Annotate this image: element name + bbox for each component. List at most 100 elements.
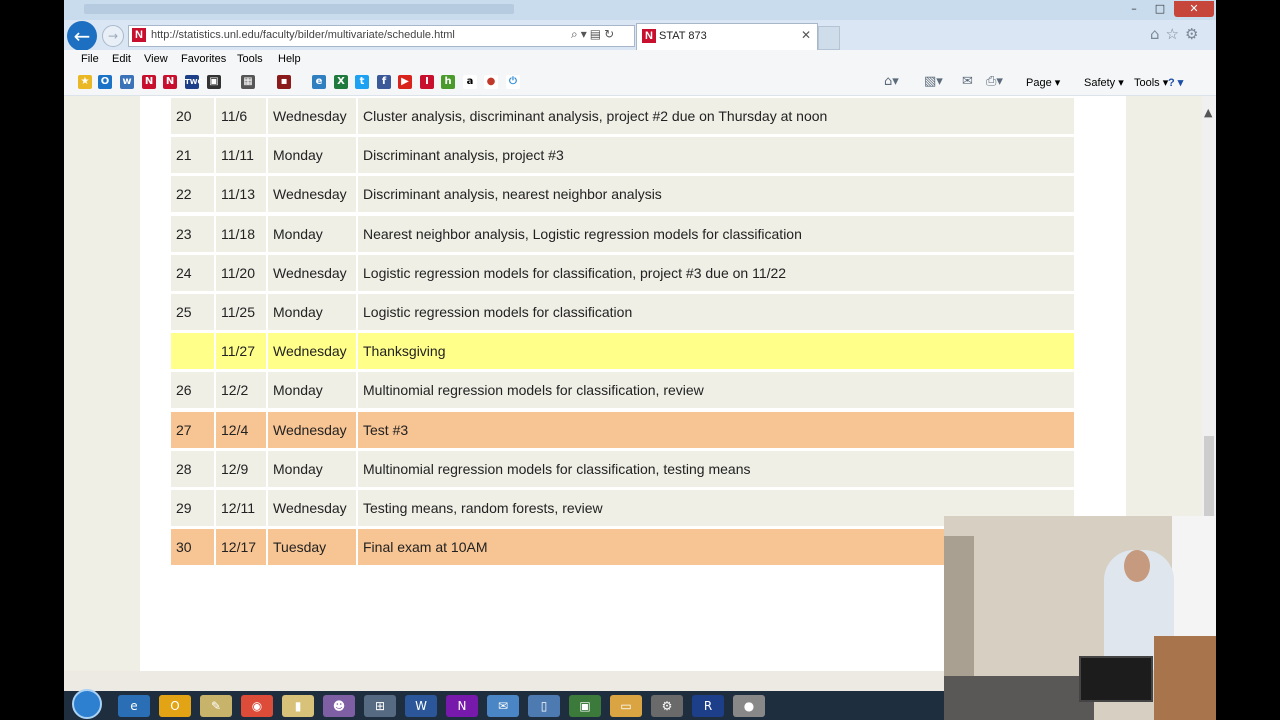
row-day: Wednesday	[268, 411, 356, 448]
mail-icon[interactable]: ✉	[962, 74, 973, 89]
tab-stat873[interactable]: N STAT 873 ✕	[636, 23, 818, 51]
sas-icon[interactable]: ▯	[528, 695, 560, 717]
compat-view-icon[interactable]: ▤	[590, 27, 604, 41]
excel-icon[interactable]: X	[334, 75, 348, 89]
row-number: 28	[171, 450, 214, 487]
onenote-icon[interactable]: N	[446, 695, 478, 717]
h-icon[interactable]: h	[441, 75, 455, 89]
help-menu[interactable]: ? ▾	[1168, 76, 1183, 89]
row-date: 12/2	[216, 372, 266, 409]
address-bar[interactable]: N http://statistics.unl.edu/faculty/bild…	[128, 25, 635, 47]
row-date: 11/11	[216, 137, 266, 174]
row-number: 23	[171, 215, 214, 252]
taskbar: e O ✎ ◉ ▮ ☻ ⊞ W N ✉ ▯ ▣ ▭ ⚙ R ●	[64, 689, 944, 720]
row-description: Nearest neighbor analysis, Logistic regr…	[358, 215, 1074, 252]
row-number: 29	[171, 490, 214, 526]
scroll-thumb[interactable]	[1204, 436, 1214, 516]
paint-icon[interactable]: ☻	[323, 695, 355, 717]
home-cmd-icon[interactable]: ⌂▾	[884, 74, 899, 89]
row-number: 22	[171, 176, 214, 213]
home-icon[interactable]: ⌂	[1150, 25, 1166, 43]
schedule-row: 21 11/11 Monday Discriminant analysis, proj…	[171, 137, 1074, 174]
facebook-icon[interactable]: f	[377, 75, 391, 89]
back-arrow-icon: ←	[73, 24, 91, 48]
web-slice-icon[interactable]: w	[120, 75, 134, 89]
explorer-icon[interactable]: ▭	[610, 695, 642, 717]
record-icon[interactable]: ●	[733, 695, 765, 717]
print-icon[interactable]: ⎙▾	[986, 74, 1003, 89]
search-icon[interactable]: ⌕	[571, 27, 581, 41]
notepad-icon[interactable]: ✎	[200, 695, 232, 717]
tools-menu[interactable]: Tools ▾	[1134, 76, 1168, 89]
amazon-icon[interactable]: a	[463, 75, 477, 89]
favorites-star-icon[interactable]: ☆	[1166, 25, 1185, 43]
tv-icon[interactable]: ▪	[277, 75, 291, 89]
page-menu[interactable]: Page ▾	[1026, 76, 1060, 89]
row-description: Discriminant analysis, project #3	[358, 137, 1074, 174]
row-day: Wednesday	[268, 333, 356, 370]
row-day: Wednesday	[268, 490, 356, 526]
menu-tools[interactable]: Tools	[237, 53, 263, 65]
outlook-icon[interactable]: O	[159, 695, 191, 717]
address-tools[interactable]: ⌕▾▤↻	[571, 27, 617, 42]
start-button[interactable]	[72, 689, 102, 719]
forward-button[interactable]: →	[102, 25, 124, 47]
ie-icon[interactable]: e	[118, 695, 150, 717]
weather-icon[interactable]: TWC	[185, 75, 203, 89]
row-number: 25	[171, 294, 214, 330]
folder-notes-icon[interactable]: ▮	[282, 695, 314, 717]
row-day: Wednesday	[268, 254, 356, 291]
unl-i-icon[interactable]: I	[420, 75, 434, 89]
favorites-star-icon[interactable]: ★	[78, 75, 92, 89]
close-button[interactable]: ✕	[1174, 1, 1214, 17]
menu-favorites[interactable]: Favorites	[181, 53, 226, 65]
unl-link-icon[interactable]: N	[142, 75, 156, 89]
gear-icon[interactable]: ⚙	[1185, 25, 1204, 43]
refresh-icon[interactable]: ↻	[604, 27, 617, 41]
title-blur	[84, 4, 514, 14]
site-favicon-icon: N	[132, 28, 146, 42]
pin-icon[interactable]: ●	[484, 75, 498, 89]
movie-icon[interactable]: ▣	[207, 75, 221, 89]
r-icon[interactable]: R	[692, 695, 724, 717]
schedule-row: 25 11/25 Monday Logistic regression models …	[171, 294, 1074, 330]
ie-link-icon[interactable]: e	[312, 75, 326, 89]
back-button[interactable]: ←	[67, 21, 97, 51]
row-description: Test #3	[358, 411, 1074, 448]
row-description: Thanksgiving	[358, 333, 1074, 370]
settings-icon[interactable]: ⚙	[651, 695, 683, 717]
scroll-up-icon[interactable]: ▲	[1204, 106, 1212, 119]
new-tab-button[interactable]	[818, 26, 840, 50]
url-text[interactable]: http://statistics.unl.edu/faculty/bilder…	[151, 29, 455, 41]
menu-help[interactable]: Help	[278, 53, 301, 65]
unl-link-2-icon[interactable]: N	[163, 75, 177, 89]
row-date: 11/6	[216, 98, 266, 134]
safety-menu[interactable]: Safety ▾	[1084, 76, 1124, 89]
dropdown-icon[interactable]: ▾	[581, 27, 590, 41]
row-number: 26	[171, 372, 214, 409]
menu-edit[interactable]: Edit	[112, 53, 131, 65]
row-day: Wednesday	[268, 98, 356, 134]
schedule-row: 26 12/2 Monday Multinomial regression model…	[171, 372, 1074, 409]
minimize-button[interactable]: –	[1120, 1, 1148, 17]
twitter-icon[interactable]: t	[355, 75, 369, 89]
photos-icon[interactable]: ▦	[241, 75, 255, 89]
word-icon[interactable]: W	[405, 695, 437, 717]
feeds-icon[interactable]: ▧▾	[924, 74, 943, 89]
schedule-row: 29 12/11 Wednesday Testing means, random fo…	[171, 490, 1074, 526]
row-description: Logistic regression models for classific…	[358, 294, 1074, 330]
app-icon[interactable]: ✉	[487, 695, 519, 717]
chrome-icon[interactable]: ◉	[241, 695, 273, 717]
tab-close-icon[interactable]: ✕	[801, 28, 811, 42]
maximize-button[interactable]: □	[1146, 1, 1174, 17]
menu-file[interactable]: File	[81, 53, 99, 65]
outlook-icon[interactable]: O	[98, 75, 112, 89]
webcam-projector-screen	[1172, 516, 1216, 656]
projector-icon[interactable]: ▣	[569, 695, 601, 717]
menu-view[interactable]: View	[144, 53, 168, 65]
youtube-icon[interactable]: ▶	[398, 75, 412, 89]
title-bar: – □ ✕	[64, 0, 1216, 20]
network-icon[interactable]: ⊞	[364, 695, 396, 717]
power-icon[interactable]: ⏻	[506, 75, 520, 89]
webcam-podium	[1154, 636, 1216, 720]
